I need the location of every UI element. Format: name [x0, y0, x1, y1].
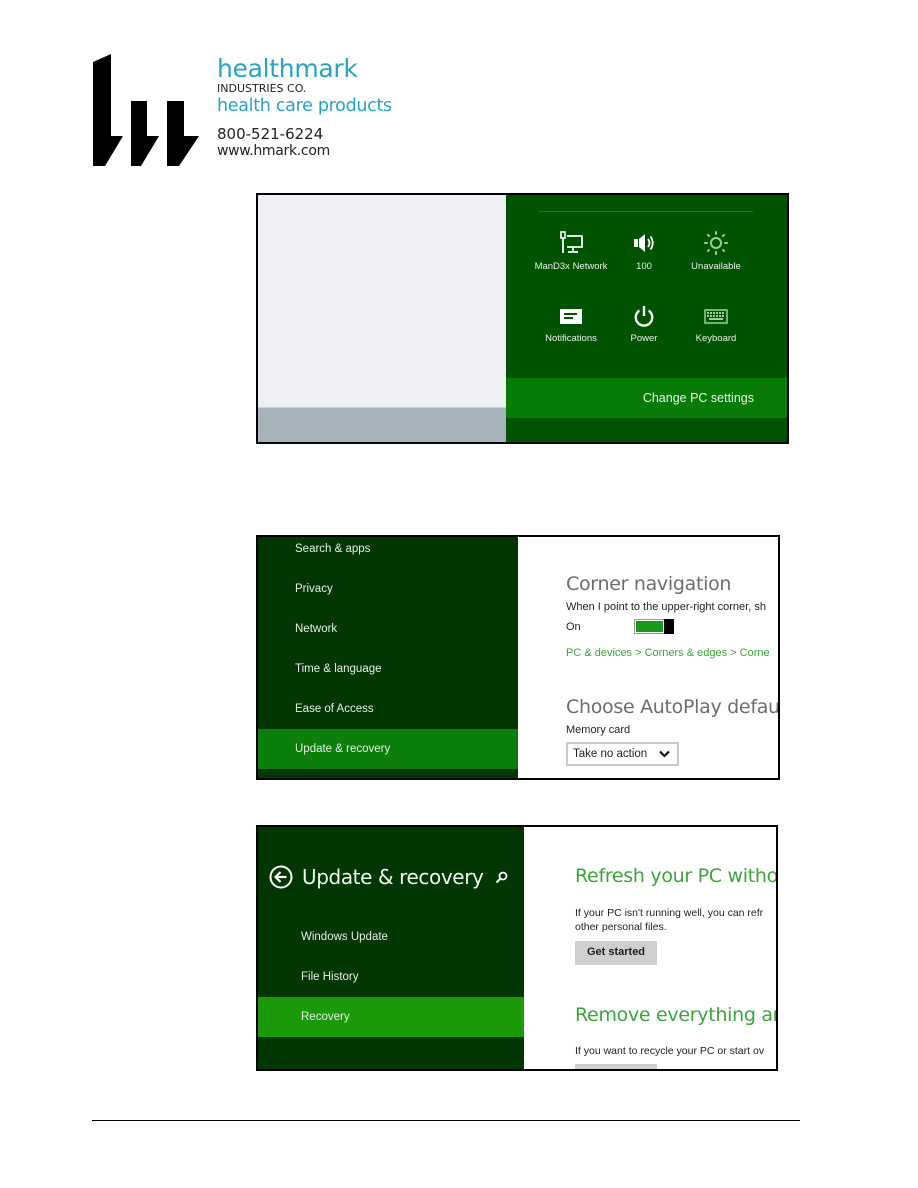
remove-get-started-button[interactable]	[575, 1064, 657, 1069]
toggle-thumb	[664, 619, 674, 634]
memory-card-select[interactable]: Take no action	[566, 742, 679, 766]
sidebar-item-privacy[interactable]: Privacy	[258, 569, 518, 609]
brand-name: healthmark	[217, 54, 358, 83]
refresh-text-line1: If your PC isn't running well, you can r…	[575, 907, 764, 919]
brand-subtitle: INDUSTRIES CO.	[217, 82, 307, 95]
healthmark-logo-mark-icon	[93, 54, 199, 166]
brightness-icon	[704, 231, 728, 255]
settings-charm-panel: ManD3x Network 100 Unavailable Notificat…	[506, 195, 787, 442]
change-pc-settings-link[interactable]: Change PC settings	[506, 378, 787, 418]
brand-tagline: health care products	[217, 96, 392, 116]
charm-tile-notifications[interactable]: Notifications	[534, 305, 608, 345]
sidebar-item-search-apps[interactable]: Search & apps	[258, 537, 518, 569]
sidebar-item-windows-update[interactable]: Windows Update	[258, 917, 524, 957]
divider	[538, 211, 753, 212]
chevron-down-icon	[659, 750, 670, 758]
sidebar-item-update-recovery[interactable]: Update & recovery	[258, 729, 518, 769]
settings-sidebar: Search & apps Privacy Network Time & lan…	[258, 537, 518, 778]
sidebar-item-file-history[interactable]: File History	[258, 957, 524, 997]
keyboard-icon	[704, 309, 728, 324]
taskbar	[258, 407, 506, 442]
brand-phone: 800-521-6224	[217, 125, 324, 143]
remove-everything-heading: Remove everything anc	[575, 1004, 778, 1026]
sidebar-item-recovery[interactable]: Recovery	[258, 997, 524, 1037]
update-recovery-screenshot: Update & recovery Windows Update File Hi…	[256, 825, 778, 1071]
toggle-state-label: On	[566, 621, 581, 633]
charm-tile-network[interactable]: ManD3x Network	[534, 231, 608, 273]
get-started-button[interactable]: Get started	[575, 941, 657, 965]
healthmark-logo: healthmark INDUSTRIES CO. health care pr…	[93, 54, 393, 169]
corner-navigation-heading: Corner navigation	[566, 573, 732, 595]
sidebar-item-network[interactable]: Network	[258, 609, 518, 649]
charm-tile-keyboard[interactable]: Keyboard	[679, 305, 753, 345]
power-icon	[634, 305, 654, 327]
toggle-fill	[636, 621, 663, 632]
charm-tile-label: Unavailable	[691, 261, 741, 272]
memory-card-label: Memory card	[566, 724, 631, 736]
network-icon	[560, 231, 583, 253]
charm-tile-label: ManD3x Network	[534, 261, 608, 272]
recovery-content: Refresh your PC withou If your PC isn't …	[524, 827, 776, 1069]
charm-tile-label: Power	[630, 333, 658, 344]
desktop-area	[258, 195, 506, 442]
autoplay-heading: Choose AutoPlay defaul	[566, 696, 780, 718]
footer-divider	[92, 1120, 800, 1121]
change-pc-settings-label: Change PC settings	[642, 391, 754, 405]
charm-tile-label: Keyboard	[695, 333, 737, 344]
breadcrumb-link[interactable]: PC & devices > Corners & edges > Corne	[566, 647, 770, 659]
settings-content: Corner navigation When I point to the up…	[518, 537, 778, 778]
charm-tile-label: Notifications	[545, 333, 597, 344]
back-arrow-icon[interactable]	[269, 865, 293, 889]
sidebar-item-time-language[interactable]: Time & language	[258, 649, 518, 689]
charm-tile-power[interactable]: Power	[607, 305, 681, 345]
volume-icon	[634, 234, 654, 252]
update-recovery-sidebar: Update & recovery Windows Update File Hi…	[258, 827, 524, 1069]
search-icon[interactable]	[495, 871, 508, 884]
corner-navigation-description: When I point to the upper-right corner, …	[566, 601, 766, 613]
page-title: Update & recovery	[302, 865, 484, 889]
refresh-text-line2: other personal files.	[575, 921, 667, 933]
charm-tile-brightness[interactable]: Unavailable	[679, 231, 753, 273]
pc-settings-screenshot: Search & apps Privacy Network Time & lan…	[256, 535, 780, 780]
charm-tile-volume[interactable]: 100	[607, 231, 681, 273]
refresh-heading: Refresh your PC withou	[575, 865, 778, 887]
brand-website: www.hmark.com	[217, 143, 330, 159]
memory-card-value: Take no action	[573, 748, 648, 760]
corner-navigation-toggle[interactable]	[634, 619, 674, 634]
sidebar-item-ease-of-access[interactable]: Ease of Access	[258, 689, 518, 729]
remove-everything-text: If you want to recycle your PC or start …	[575, 1045, 765, 1057]
settings-charm-screenshot: ManD3x Network 100 Unavailable Notificat…	[256, 193, 789, 444]
charm-tile-label: 100	[636, 261, 652, 272]
notifications-icon	[560, 309, 582, 324]
